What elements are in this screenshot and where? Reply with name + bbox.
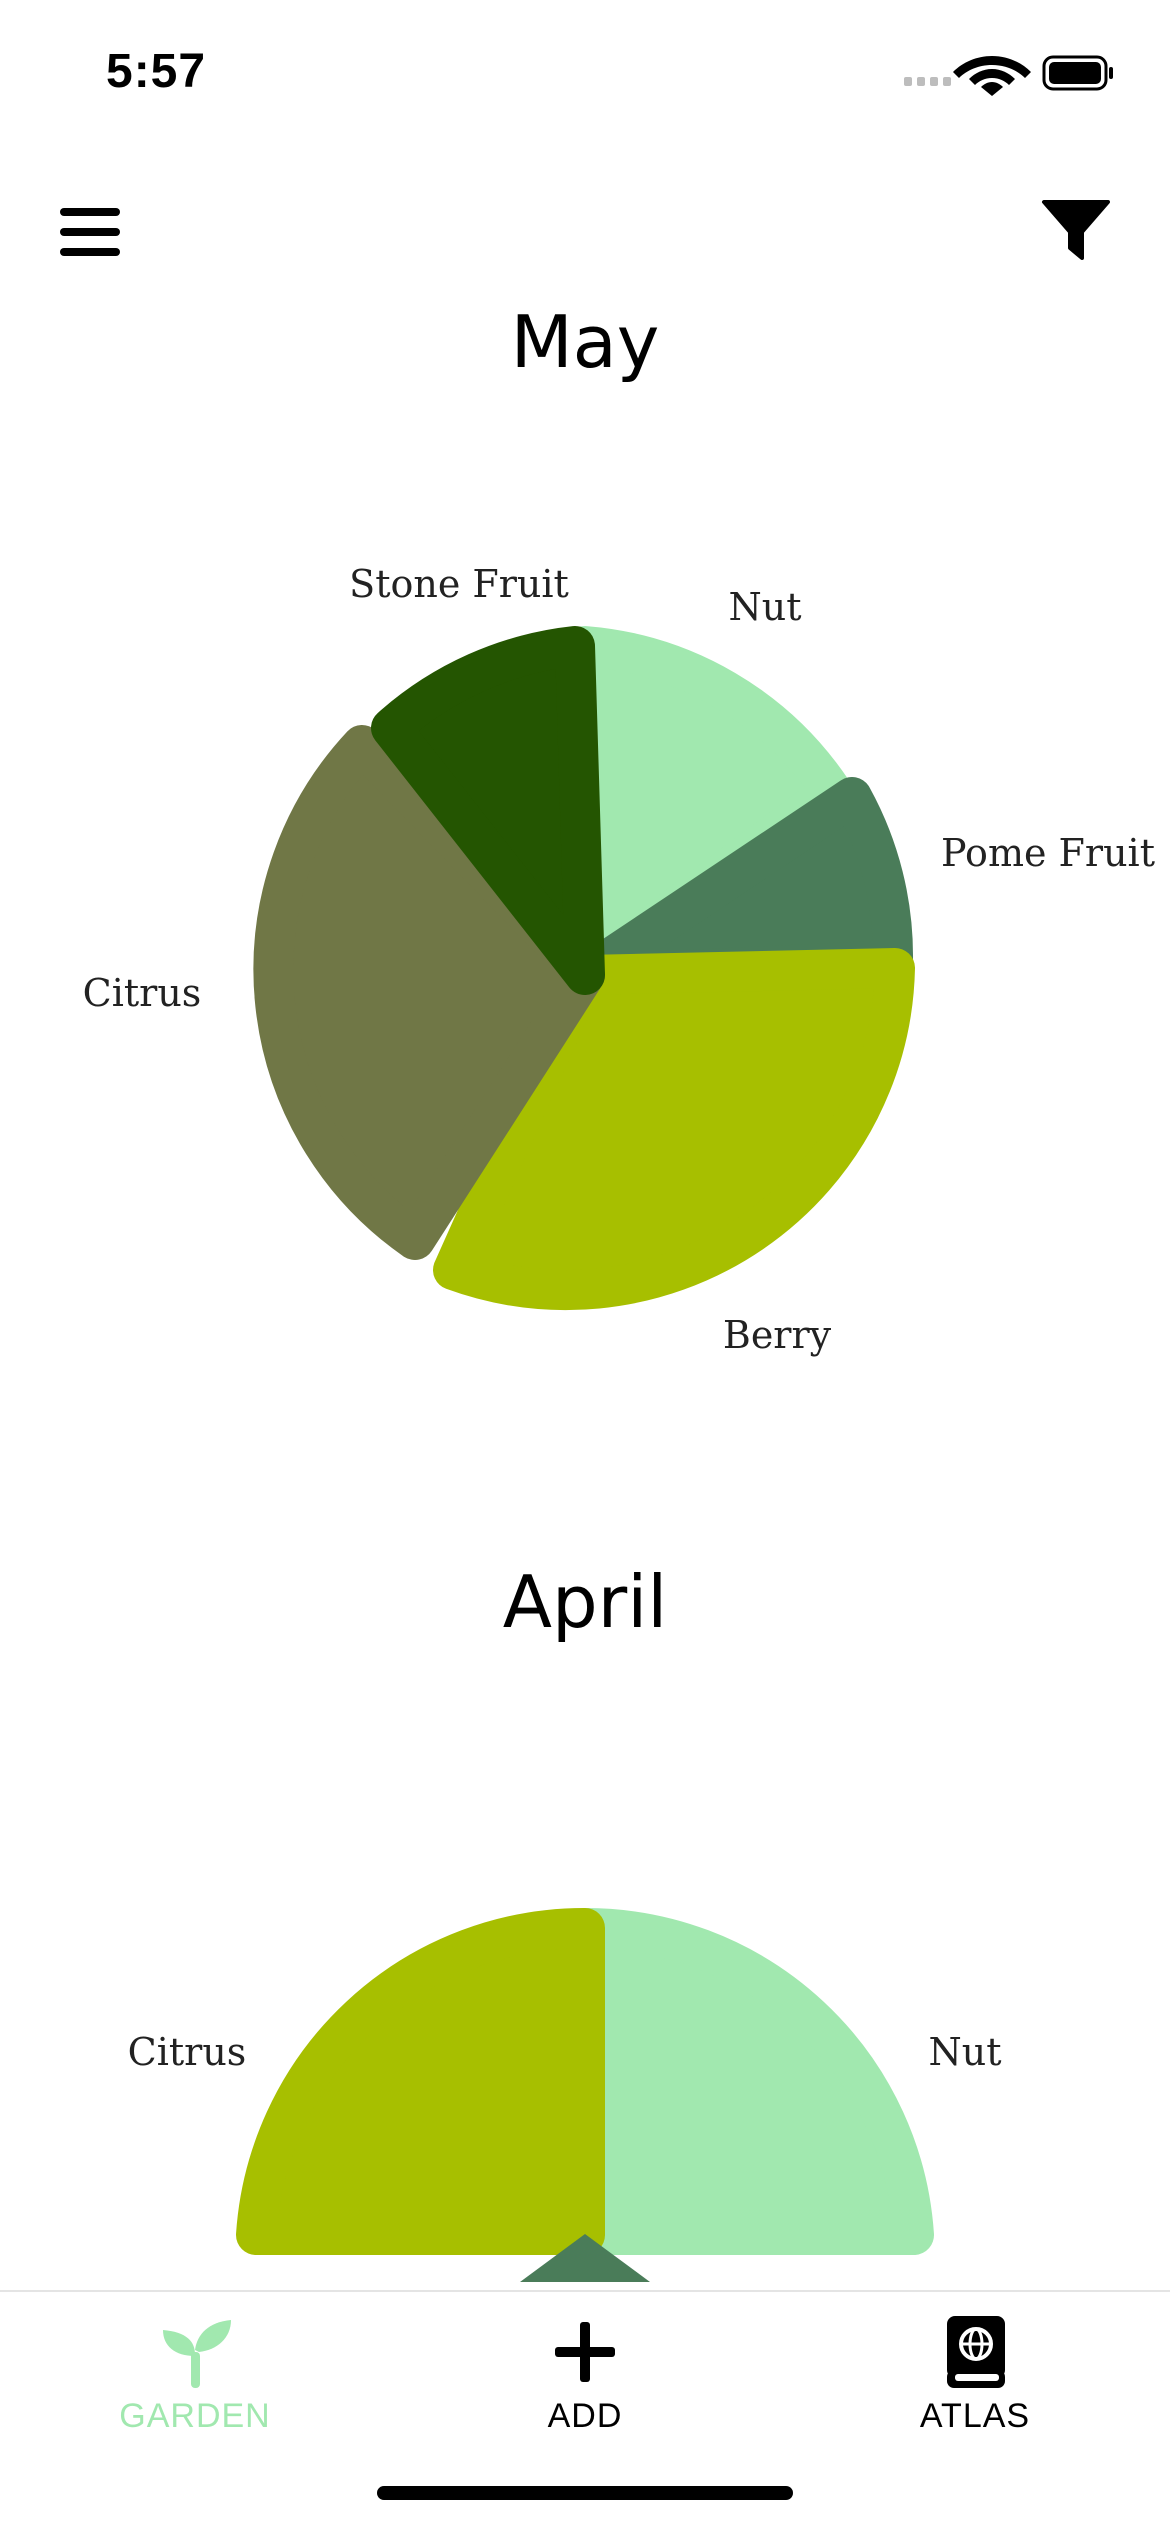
pie-chart-may: Nut Pome Fruit Berry Citrus Stone Fruit bbox=[83, 562, 1155, 1357]
slice-label-citrus: Citrus bbox=[83, 971, 202, 1015]
filter-funnel-icon bbox=[1042, 200, 1110, 260]
chart-title-may: May bbox=[510, 300, 660, 384]
status-bar: 5:57 bbox=[0, 0, 1170, 150]
tab-garden[interactable]: GARDEN bbox=[0, 2292, 390, 2472]
status-icons bbox=[904, 55, 1113, 96]
tab-add[interactable]: ADD bbox=[390, 2292, 780, 2472]
cellular-signal-icon bbox=[904, 77, 951, 86]
plus-icon bbox=[555, 2322, 615, 2382]
tab-atlas[interactable]: ATLAS bbox=[780, 2292, 1170, 2472]
tab-label-atlas: ATLAS bbox=[919, 2397, 1031, 2435]
menu-button[interactable] bbox=[58, 202, 122, 262]
slice-label-stone-fruit: Stone Fruit bbox=[349, 562, 569, 606]
pie-slice-citrus[interactable] bbox=[236, 1907, 605, 2255]
battery-icon bbox=[1042, 55, 1113, 91]
slice-label-pome-fruit: Pome Fruit bbox=[941, 831, 1155, 875]
slice-label-nut: Nut bbox=[929, 2030, 1002, 2074]
tab-label-garden: GARDEN bbox=[119, 2397, 271, 2435]
filter-button[interactable] bbox=[1040, 194, 1112, 266]
pie-slice-nut[interactable] bbox=[565, 1907, 934, 2255]
slice-label-nut: Nut bbox=[729, 585, 802, 629]
tab-label-add: ADD bbox=[547, 2397, 623, 2435]
chart-title-april: April bbox=[502, 1560, 668, 1644]
home-indicator bbox=[377, 2486, 793, 2500]
atlas-book-icon bbox=[947, 2316, 1005, 2388]
seedling-icon bbox=[163, 2320, 231, 2388]
pie-chart-april: Nut Citrus bbox=[128, 1907, 1002, 2282]
hamburger-menu-icon bbox=[60, 208, 120, 256]
status-time: 5:57 bbox=[106, 45, 207, 98]
wifi-icon bbox=[953, 56, 1031, 96]
slice-label-citrus: Citrus bbox=[128, 2030, 247, 2074]
top-bar bbox=[0, 180, 1170, 290]
slice-label-berry: Berry bbox=[723, 1313, 832, 1357]
